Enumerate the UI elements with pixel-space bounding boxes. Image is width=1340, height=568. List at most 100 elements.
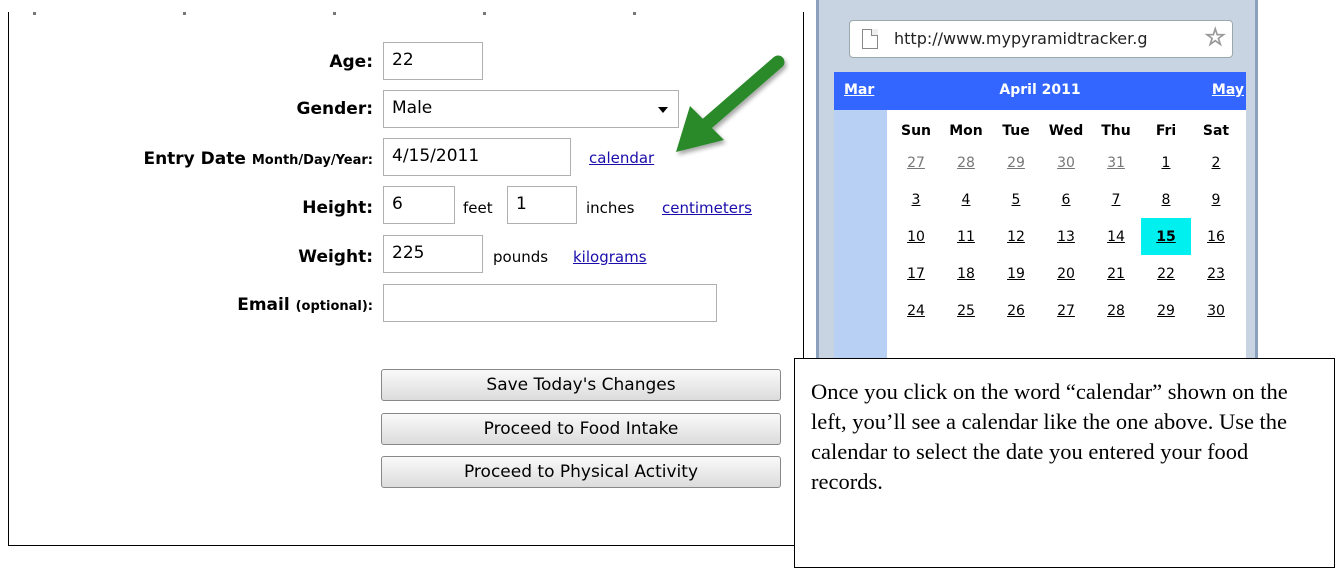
height-feet-input[interactable]: 6: [383, 186, 455, 224]
calendar-day-cell[interactable]: 4: [941, 181, 991, 218]
kilograms-link[interactable]: kilograms: [573, 248, 647, 266]
calendar-day-cell[interactable]: 28: [941, 144, 991, 181]
calendar-day-cell[interactable]: 29: [1141, 292, 1191, 329]
calendar-day-cell[interactable]: 10: [891, 218, 941, 255]
inches-unit-label: inches: [586, 199, 635, 217]
calendar-day-cell[interactable]: 12: [991, 218, 1041, 255]
calendar-day-cell[interactable]: 25: [941, 292, 991, 329]
height-label: Height:: [302, 198, 373, 218]
calendar-day-cell[interactable]: 23: [1191, 255, 1241, 292]
calendar-day-link[interactable]: 12: [1007, 229, 1025, 245]
entry-date-input[interactable]: 4/15/2011: [383, 138, 571, 176]
page-icon: [862, 29, 878, 49]
calendar-header: April 2011 Mar May: [834, 72, 1246, 110]
calendar-day-cell[interactable]: 17: [891, 255, 941, 292]
calendar-day-link[interactable]: 5: [1012, 192, 1021, 208]
calendar-day-link[interactable]: 29: [1007, 155, 1025, 171]
arrow-icon: [676, 55, 785, 152]
calendar-day-cell[interactable]: 2: [1191, 144, 1241, 181]
calendar-day-link[interactable]: 25: [957, 303, 975, 319]
calendar-day-cell[interactable]: 31: [1091, 144, 1141, 181]
calendar-day-link[interactable]: 22: [1157, 266, 1175, 282]
calendar-day-link[interactable]: 29: [1157, 303, 1175, 319]
calendar-day-cell[interactable]: 20: [1041, 255, 1091, 292]
email-field[interactable]: [383, 284, 717, 322]
calendar-day-cell[interactable]: 26: [991, 292, 1041, 329]
calendar-day-link[interactable]: 9: [1212, 192, 1221, 208]
calendar-day-link[interactable]: 17: [907, 266, 925, 282]
calendar-day-cell[interactable]: 19: [991, 255, 1041, 292]
calendar-day-link[interactable]: 30: [1057, 155, 1075, 171]
calendar-day-link[interactable]: 14: [1107, 229, 1125, 245]
save-changes-button[interactable]: Save Today's Changes: [381, 369, 781, 401]
calendar-day-link[interactable]: 24: [907, 303, 925, 319]
calendar-day-link[interactable]: 21: [1107, 266, 1125, 282]
calendar-day-link[interactable]: 6: [1062, 192, 1071, 208]
calendar-day-cell[interactable]: 3: [891, 181, 941, 218]
star-icon[interactable]: ☆: [1204, 25, 1226, 50]
calendar-day-cell[interactable]: 13: [1041, 218, 1091, 255]
gender-selected-value: Male: [392, 98, 433, 118]
calendar-week-row: 10 11 12 13 14 15 16: [891, 218, 1241, 255]
calendar-day-link[interactable]: 7: [1112, 192, 1121, 208]
weekday-header: Sun: [900, 123, 932, 139]
calendar-day-link[interactable]: 20: [1057, 266, 1075, 282]
next-month-link[interactable]: May: [1212, 82, 1244, 98]
calendar-day-link[interactable]: 16: [1207, 229, 1225, 245]
calendar-day-cell[interactable]: 27: [891, 144, 941, 181]
calendar-day-link[interactable]: 27: [907, 155, 925, 171]
calendar-day-link[interactable]: 18: [957, 266, 975, 282]
calendar-day-cell[interactable]: 22: [1141, 255, 1191, 292]
gender-select[interactable]: Male: [383, 90, 679, 128]
calendar-link[interactable]: calendar: [589, 149, 654, 167]
calendar-day-cell[interactable]: 5: [991, 181, 1041, 218]
calendar-day-link[interactable]: 31: [1107, 155, 1125, 171]
calendar-day-cell[interactable]: 14: [1091, 218, 1141, 255]
calendar-day-cell[interactable]: 16: [1191, 218, 1241, 255]
calendar-day-link[interactable]: 23: [1207, 266, 1225, 282]
calendar-day-cell[interactable]: 1: [1141, 144, 1191, 181]
calendar-day-link[interactable]: 1: [1162, 155, 1171, 171]
calendar-day-cell[interactable]: 30: [1191, 292, 1241, 329]
calendar-day-link[interactable]: 3: [912, 192, 921, 208]
calendar-day-cell[interactable]: 21: [1091, 255, 1141, 292]
calendar-day-link[interactable]: 30: [1207, 303, 1225, 319]
calendar-day-cell[interactable]: 29: [991, 144, 1041, 181]
calendar-day-cell[interactable]: 7: [1091, 181, 1141, 218]
calendar-day-link[interactable]: 28: [957, 155, 975, 171]
height-inches-input[interactable]: 1: [507, 186, 577, 224]
age-input[interactable]: 22: [383, 42, 483, 80]
calendar-day-cell[interactable]: 6: [1041, 181, 1091, 218]
calendar-day-link[interactable]: 4: [962, 192, 971, 208]
calendar-day-cell[interactable]: 15: [1141, 218, 1191, 255]
calendar-day-cell[interactable]: 28: [1091, 292, 1141, 329]
email-label: Email (optional):: [237, 295, 373, 315]
address-bar[interactable]: http://www.mypyramidtracker.g ☆: [849, 20, 1233, 58]
prev-month-link[interactable]: Mar: [844, 82, 874, 98]
calendar-day-link[interactable]: 10: [907, 229, 925, 245]
food-intake-button[interactable]: Proceed to Food Intake: [381, 413, 781, 445]
weight-label: Weight:: [298, 247, 373, 267]
calendar-day-link[interactable]: 8: [1162, 192, 1171, 208]
calendar-day-link[interactable]: 28: [1107, 303, 1125, 319]
calendar-day-cell[interactable]: 11: [941, 218, 991, 255]
calendar-day-cell[interactable]: 18: [941, 255, 991, 292]
physical-activity-button[interactable]: Proceed to Physical Activity: [381, 456, 781, 488]
calendar-day-cell[interactable]: 9: [1191, 181, 1241, 218]
calendar-day-link[interactable]: 13: [1057, 229, 1075, 245]
calendar-day-link[interactable]: 2: [1212, 155, 1221, 171]
calendar-day-link[interactable]: 11: [957, 229, 975, 245]
calendar-day-cell[interactable]: 8: [1141, 181, 1191, 218]
cropped-top-marks: [33, 12, 693, 15]
centimeters-link[interactable]: centimeters: [662, 199, 752, 217]
weight-input[interactable]: 225: [383, 235, 483, 273]
calendar-day-cell[interactable]: 30: [1041, 144, 1091, 181]
calendar-day-link[interactable]: 15: [1156, 229, 1175, 245]
calendar-day-cell[interactable]: 24: [891, 292, 941, 329]
calendar-day-link[interactable]: 27: [1057, 303, 1075, 319]
week-number-column: [834, 110, 887, 362]
weekday-header: Thu: [1101, 123, 1131, 139]
calendar-day-cell[interactable]: 27: [1041, 292, 1091, 329]
calendar-day-link[interactable]: 26: [1007, 303, 1025, 319]
calendar-day-link[interactable]: 19: [1007, 266, 1025, 282]
